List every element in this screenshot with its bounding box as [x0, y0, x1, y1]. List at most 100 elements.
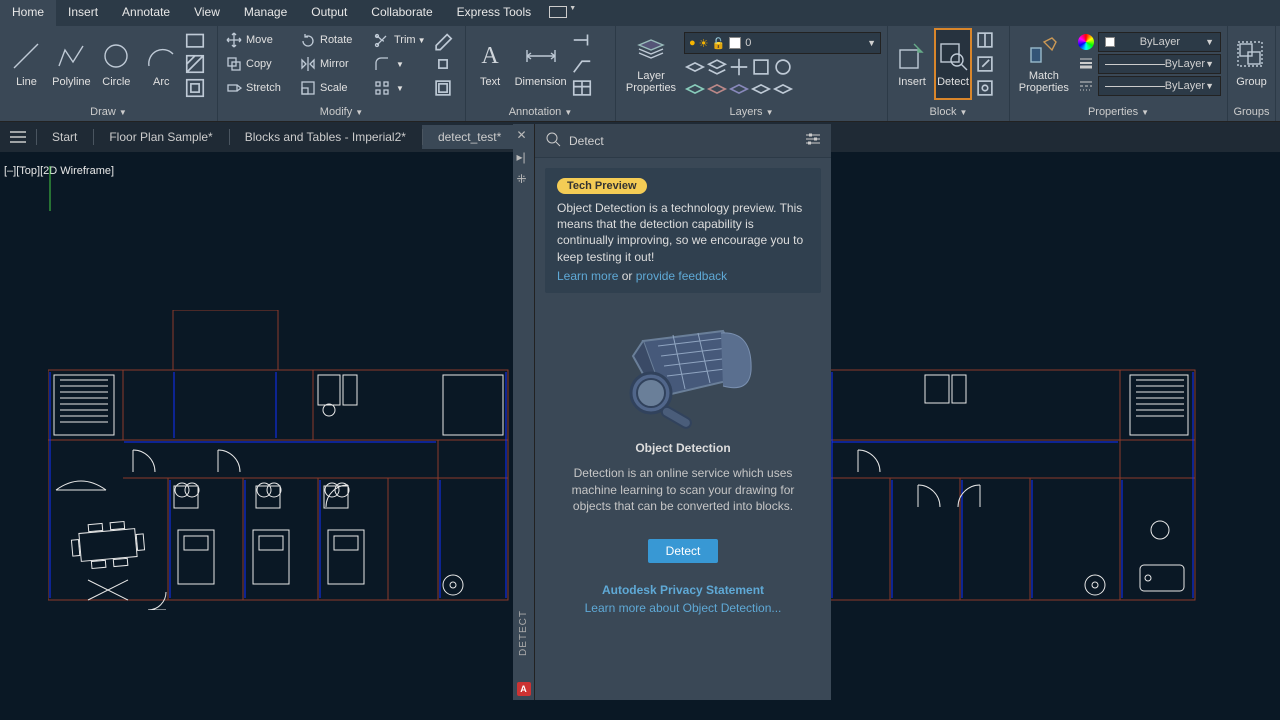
line-icon [10, 40, 42, 72]
magnifier-icon [545, 131, 561, 150]
menu-tab-annotate[interactable]: Annotate [110, 0, 182, 26]
menu-tab-view[interactable]: View [182, 0, 232, 26]
menu-tab-express[interactable]: Express Tools [445, 0, 543, 26]
autodesk-logo-icon: A [517, 682, 531, 696]
block-insert-button[interactable]: Insert [894, 28, 930, 100]
prop-color[interactable]: ByLayer▼ [1078, 31, 1221, 53]
panel-title-annotation[interactable]: Annotation ▼ [470, 105, 611, 121]
menu-tab-home[interactable]: Home [0, 0, 56, 26]
panel-title-properties[interactable]: Properties ▼ [1014, 105, 1223, 121]
learn-od-link[interactable]: Learn more about Object Detection... [545, 601, 821, 615]
region-icon[interactable] [184, 77, 206, 99]
menu-tab-output[interactable]: Output [299, 0, 359, 26]
menu-tab-manage[interactable]: Manage [232, 0, 299, 26]
modify-copy[interactable]: Copy [222, 53, 296, 75]
modify-mirror[interactable]: Mirror [296, 53, 370, 75]
or-text: or [618, 269, 635, 283]
panel-title-modify[interactable]: Modify ▼ [222, 105, 461, 121]
layer-combo[interactable]: ● ☀ 🔓 0 ▼ [684, 32, 881, 54]
copy-icon [226, 56, 242, 72]
layers-grid-2[interactable] [706, 56, 728, 78]
stretch-icon [226, 80, 242, 96]
layer-properties-icon [635, 34, 667, 66]
lock-icon: 🔓 [712, 37, 726, 50]
close-icon[interactable]: ✕ [517, 128, 531, 142]
layers-grid-6[interactable] [684, 78, 706, 100]
prop-lineweight[interactable]: ByLayer▼ [1078, 53, 1221, 75]
modify-scale[interactable]: Scale [296, 77, 370, 99]
doctab-start[interactable]: Start [36, 125, 93, 149]
feedback-link[interactable]: provide feedback [636, 269, 727, 283]
match-properties-icon [1028, 34, 1060, 66]
modify-rotate[interactable]: Rotate [296, 29, 370, 51]
detect-panel: ✕ ▸| ⁜ DETECT A Detect Tech Preview Obje… [513, 124, 831, 700]
draw-arc-button[interactable]: Arc [141, 28, 182, 100]
group-icon [1236, 40, 1268, 72]
tech-preview-box: Tech Preview Object Detection is a techn… [545, 168, 821, 293]
palette-title-vertical: DETECT [518, 610, 529, 656]
tabs-menu-button[interactable] [0, 131, 36, 143]
panel-title-draw[interactable]: Draw ▼ [4, 105, 213, 121]
draw-polyline-button[interactable]: Polyline [51, 28, 92, 100]
layers-grid-1[interactable] [684, 56, 706, 78]
record-indicator[interactable] [549, 6, 567, 18]
modify-fillet[interactable]: ▼ [370, 53, 432, 75]
move-icon [226, 32, 242, 48]
layers-grid-8[interactable] [728, 78, 750, 100]
polyline-icon [55, 40, 87, 72]
explode-icon[interactable] [432, 53, 454, 75]
layer-current-name: 0 [745, 37, 867, 49]
layer-properties-button[interactable]: LayerProperties [622, 28, 680, 100]
menubar: Home Insert Annotate View Manage Output … [0, 0, 1280, 26]
detect-button[interactable]: Detect [648, 539, 719, 563]
block-attr-icon[interactable] [974, 77, 996, 99]
erase-icon[interactable] [432, 29, 454, 51]
floor-plan-left [48, 310, 513, 610]
panel-title-layers[interactable]: Layers ▼ [620, 105, 883, 121]
doctab-blocks[interactable]: Blocks and Tables - Imperial2* [229, 125, 422, 149]
array-icon [374, 80, 390, 96]
layers-grid-7[interactable] [706, 78, 728, 100]
prop-linetype[interactable]: ByLayer▼ [1078, 75, 1221, 97]
layers-grid-9[interactable] [750, 78, 772, 100]
privacy-link[interactable]: Autodesk Privacy Statement [545, 583, 821, 597]
leader-icon[interactable] [571, 29, 593, 51]
dimension-icon [525, 40, 557, 72]
doctab-detect[interactable]: detect_test* [422, 125, 517, 149]
floor-plan-right [830, 310, 1200, 610]
lightbulb-icon: ● [689, 37, 696, 49]
dimension-button[interactable]: Dimension [512, 28, 569, 100]
text-button[interactable]: A Text [472, 28, 508, 100]
layers-grid-10[interactable] [772, 78, 794, 100]
layers-grid-5[interactable] [772, 56, 794, 78]
mleader-icon[interactable] [571, 53, 593, 75]
menu-tab-insert[interactable]: Insert [56, 0, 110, 26]
modify-trim[interactable]: Trim ▼ [370, 29, 432, 51]
panel-title-groups[interactable]: Groups [1232, 105, 1271, 121]
layers-grid-3[interactable] [728, 56, 750, 78]
menu-tab-collaborate[interactable]: Collaborate [359, 0, 444, 26]
block-create-icon[interactable] [974, 29, 996, 51]
rectangle-icon[interactable] [184, 29, 206, 51]
modify-stretch[interactable]: Stretch [222, 77, 296, 99]
modify-array[interactable]: ▼ [370, 77, 432, 99]
block-detect-button[interactable]: Detect [934, 28, 972, 100]
modify-move[interactable]: Move [222, 29, 296, 51]
settings-icon[interactable] [805, 132, 821, 149]
group-button[interactable]: Group [1234, 28, 1269, 100]
autohide-icon[interactable]: ⁜ [517, 172, 531, 186]
draw-line-button[interactable]: Line [6, 28, 47, 100]
draw-circle-button[interactable]: Circle [96, 28, 137, 100]
panel-title-block[interactable]: Block ▼ [892, 105, 1005, 121]
learn-more-link[interactable]: Learn more [557, 269, 618, 283]
offset-icon[interactable] [432, 77, 454, 99]
match-properties-button[interactable]: MatchProperties [1016, 28, 1072, 100]
block-edit-icon[interactable] [974, 53, 996, 75]
rotate-icon [300, 32, 316, 48]
doctab-floorplan[interactable]: Floor Plan Sample* [93, 125, 228, 149]
layers-grid-4[interactable] [750, 56, 772, 78]
table-icon[interactable] [571, 77, 593, 99]
color-wheel-icon [1078, 34, 1094, 50]
hatch-icon[interactable] [184, 53, 206, 75]
dock-left-icon[interactable]: ▸| [517, 150, 531, 164]
